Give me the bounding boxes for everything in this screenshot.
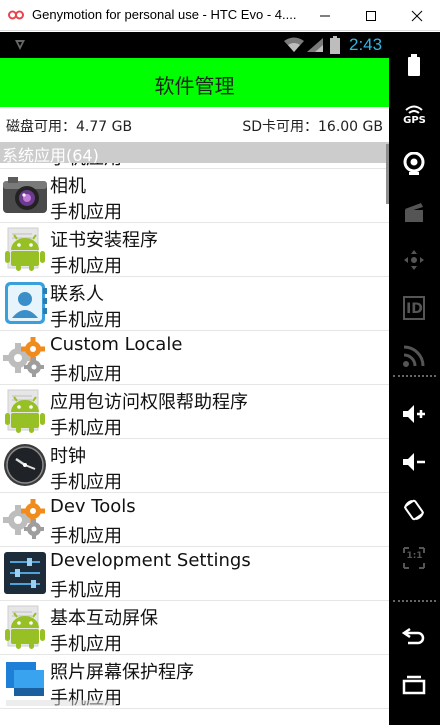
toolbar-separator — [393, 600, 436, 602]
app-type: 手机应用 — [50, 364, 122, 385]
app-name: 联系人 — [50, 284, 104, 305]
app-header: 软件管理 — [0, 58, 389, 107]
cell-signal-icon — [307, 38, 323, 52]
app-name: Custom Locale — [50, 334, 183, 355]
clapper-tool-button[interactable] — [389, 192, 440, 232]
tool-label: GPS — [403, 115, 426, 126]
volume-down-icon — [403, 453, 425, 471]
gps-tool-button[interactable]: GPS — [389, 96, 440, 136]
watermark-image — [6, 700, 116, 706]
watermark — [6, 698, 116, 711]
recent-apps-icon — [402, 675, 426, 695]
app-type: 手机应用 — [50, 472, 122, 493]
app-list[interactable]: 手机应用相机手机应用证书安装程序手机应用联系人手机应用Custom Locale… — [0, 142, 389, 718]
app-name: Development Settings — [50, 550, 251, 571]
app-list-item[interactable]: Development Settings 手机应用 — [0, 547, 389, 601]
status-bar: 2:43 — [0, 32, 389, 58]
app-type: 手机应用 — [50, 526, 122, 547]
gear-icon — [2, 496, 48, 542]
storage-info: 磁盘可用：4.77 GB SD卡可用：16.00 GB — [0, 107, 389, 141]
app-list-item[interactable]: 证书安装程序 手机应用 — [0, 223, 389, 277]
app-list-item[interactable]: Dev Tools 手机应用 — [0, 493, 389, 547]
contacts-icon — [2, 280, 48, 326]
device-screen: 2:43 软件管理 磁盘可用：4.77 GB SD卡可用：16.00 GB 手机… — [0, 32, 389, 718]
genymotion-toolbar: GPS ID 1:1 — [389, 32, 440, 725]
app-type: 手机应用 — [50, 202, 122, 223]
clapper-icon — [405, 203, 423, 222]
close-button[interactable] — [394, 0, 440, 31]
usb-debug-icon — [15, 40, 25, 50]
app-name: 应用包访问权限帮助程序 — [50, 392, 248, 413]
rss-tool-button[interactable] — [389, 336, 440, 376]
app-list-item[interactable]: 时钟 手机应用 — [0, 439, 389, 493]
webcam-tool-button[interactable] — [389, 144, 440, 184]
app-list-item[interactable]: 应用包访问权限帮助程序 手机应用 — [0, 385, 389, 439]
rotate-tool-button[interactable] — [389, 490, 440, 530]
battery-tool-button[interactable] — [389, 45, 440, 85]
window-titlebar: Genymotion for personal use - HTC Evo - … — [0, 0, 440, 31]
camera-icon — [2, 172, 48, 218]
app-type: 手机应用 — [50, 310, 122, 331]
back-icon — [402, 627, 425, 645]
tool-label: 1:1 — [406, 551, 423, 561]
app-name: Dev Tools — [50, 496, 136, 517]
rotate-icon — [404, 499, 424, 521]
volume-up-tool-button[interactable] — [389, 394, 440, 434]
android-icon — [2, 604, 48, 650]
webcam-icon — [403, 152, 425, 175]
toolbar-separator — [393, 375, 436, 377]
disk-available: 磁盘可用：4.77 GB — [6, 119, 133, 135]
genymotion-logo-icon — [8, 10, 24, 20]
android-icon — [2, 388, 48, 434]
app-name: 基本互动屏保 — [50, 608, 158, 629]
back-tool-button[interactable] — [389, 615, 440, 655]
dpad-icon — [404, 250, 424, 270]
sd-available: SD卡可用：16.00 GB — [242, 119, 383, 135]
close-icon — [411, 10, 423, 22]
app-list-item[interactable]: Custom Locale 手机应用 — [0, 331, 389, 385]
app-type: 手机应用 — [50, 634, 122, 655]
battery-status-icon — [330, 36, 340, 54]
app-name: 相机 — [50, 176, 86, 197]
dpad-tool-button[interactable] — [389, 240, 440, 280]
maximize-button[interactable] — [348, 0, 394, 31]
battery-icon — [408, 54, 420, 76]
app-name: 证书安装程序 — [50, 230, 158, 251]
app-type: 手机应用 — [50, 580, 122, 601]
volume-up-icon — [403, 405, 425, 423]
app-name: 时钟 — [50, 446, 86, 467]
app-name: 照片屏幕保护程序 — [50, 662, 194, 683]
section-title: 系统应用(64) — [2, 146, 99, 165]
recent-apps-tool-button[interactable] — [389, 665, 440, 705]
rss-icon — [403, 345, 425, 367]
volume-down-tool-button[interactable] — [389, 442, 440, 482]
app-list-item[interactable]: 基本互动屏保 手机应用 — [0, 601, 389, 655]
sliders-icon — [2, 550, 48, 596]
status-time: 2:43 — [349, 35, 383, 54]
wifi-icon — [284, 37, 304, 52]
maximize-icon — [366, 11, 376, 21]
minimize-icon — [320, 15, 330, 17]
minimize-button[interactable] — [302, 0, 348, 31]
section-header: 系统应用(64) — [0, 142, 389, 165]
window-title: Genymotion for personal use - HTC Evo - … — [32, 7, 297, 22]
app-type: 手机应用 — [50, 256, 122, 277]
app-type: 手机应用 — [50, 418, 122, 439]
tool-label: ID — [406, 301, 423, 317]
clock-icon — [2, 442, 48, 488]
app-list-item[interactable]: 相机 手机应用 — [0, 169, 389, 223]
app-list-item[interactable]: 联系人 手机应用 — [0, 277, 389, 331]
app-list-content: 手机应用相机手机应用证书安装程序手机应用联系人手机应用Custom Locale… — [0, 142, 389, 709]
scale-tool-button[interactable]: 1:1 — [389, 538, 440, 578]
android-icon — [2, 226, 48, 272]
page-title: 软件管理 — [154, 74, 235, 98]
id-tool-button[interactable]: ID — [389, 288, 440, 328]
gear-icon — [2, 334, 48, 380]
